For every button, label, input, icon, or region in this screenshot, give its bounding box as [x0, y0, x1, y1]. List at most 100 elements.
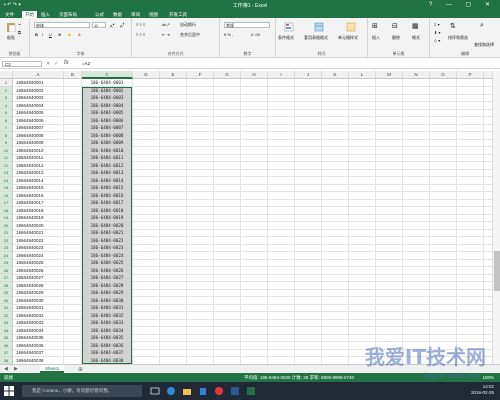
currency-icon[interactable]: ¥ % ,: [224, 32, 233, 37]
cell-a[interactable]: 18664840027: [16, 274, 44, 282]
wrap-text-button[interactable]: 自动换行: [180, 22, 196, 28]
cell-c[interactable]: 186-6484-0012: [82, 162, 132, 170]
cell-a[interactable]: 18664840029: [16, 289, 44, 297]
window-controls[interactable]: ? — ▢ ✕: [429, 1, 496, 8]
cell-c[interactable]: 186-6484-0006: [82, 117, 132, 125]
cell-a[interactable]: 18664840035: [16, 334, 44, 342]
cell-c[interactable]: 186-6484-0018: [82, 207, 132, 215]
column-header-d[interactable]: D: [133, 71, 160, 79]
row-header[interactable]: 32: [0, 311, 13, 319]
cortana-search-input[interactable]: 我是 Cortana，小娜。有问题尽管问我。: [22, 385, 142, 397]
cell-c[interactable]: 186-6484-0038: [82, 357, 132, 365]
column-header-i[interactable]: I: [268, 71, 295, 79]
ribbon-tab-5[interactable]: 数据: [110, 11, 125, 18]
grow-font-icon[interactable]: A▴: [110, 22, 114, 28]
find-select-button[interactable]: 查找和选择: [474, 42, 494, 48]
cell-a[interactable]: 18664840033: [16, 319, 44, 327]
ribbon-tab-2[interactable]: 插入: [38, 11, 53, 18]
cell-a[interactable]: 18664840011: [16, 154, 43, 162]
row-header[interactable]: 23: [0, 244, 13, 252]
cell-a[interactable]: 18664840014: [16, 177, 44, 185]
row-header[interactable]: 4: [0, 101, 13, 109]
cell-c[interactable]: 186-6484-0008: [82, 132, 132, 140]
cell-a[interactable]: 18664840010: [16, 147, 44, 155]
column-header-k[interactable]: K: [322, 71, 349, 79]
column-header-a[interactable]: A: [13, 71, 64, 79]
copy-icon[interactable]: ⧉: [18, 30, 21, 35]
ribbon-tab-1[interactable]: 开始: [22, 11, 37, 18]
cell-c[interactable]: 186-6484-0010: [82, 147, 132, 155]
column-header-c[interactable]: C: [82, 71, 133, 79]
row-header[interactable]: 38: [0, 356, 13, 364]
cell-c[interactable]: 186-6484-0004: [82, 102, 132, 110]
ribbon-tab-8[interactable]: 开发工具: [166, 11, 190, 18]
row-header[interactable]: 33: [0, 319, 13, 327]
vertical-scroll-thumb[interactable]: [494, 251, 500, 291]
cell-a[interactable]: 18664840019: [16, 214, 44, 222]
column-header-n[interactable]: N: [403, 71, 430, 79]
cell-styles-button[interactable]: 单元格样式: [338, 35, 358, 41]
shrink-font-icon[interactable]: A▾: [120, 22, 124, 28]
cell-styles-icon[interactable]: [346, 22, 356, 32]
row-header[interactable]: 15: [0, 184, 13, 192]
format-cells-button[interactable]: 格式: [412, 35, 420, 41]
cancel-icon[interactable]: ✕: [46, 61, 50, 67]
sheet-tab-sheet1[interactable]: Sheet1: [40, 365, 65, 373]
column-header-l[interactable]: L: [349, 71, 376, 79]
formula-input[interactable]: =A2: [82, 61, 90, 66]
cell-a[interactable]: 18664840036: [16, 342, 44, 350]
cell-a[interactable]: 18664840003: [16, 94, 44, 102]
row-header[interactable]: 29: [0, 289, 13, 297]
row-header[interactable]: 31: [0, 304, 13, 312]
insert-function-icon[interactable]: fx: [64, 60, 69, 66]
excel-icon[interactable]: [246, 386, 256, 396]
ribbon-tab-6[interactable]: 审阅: [128, 11, 143, 18]
row-header[interactable]: 37: [0, 349, 13, 357]
ribbon-tab-0[interactable]: 文件: [2, 11, 17, 18]
underline-button[interactable]: U: [49, 32, 52, 37]
row-header[interactable]: 16: [0, 191, 13, 199]
cell-c[interactable]: 186-6484-0031: [82, 304, 132, 312]
cell-a[interactable]: 18664840031: [16, 304, 44, 312]
sheet-nav-prev-icon[interactable]: ◀: [4, 366, 8, 372]
fill-icon[interactable]: ⬇ ▾: [434, 30, 440, 35]
row-header[interactable]: 14: [0, 176, 13, 184]
bold-button[interactable]: B: [35, 32, 38, 37]
cell-c[interactable]: 186-6484-0029: [82, 289, 132, 297]
cell-c[interactable]: 186-6484-0001: [82, 79, 132, 87]
column-header-o[interactable]: O: [430, 71, 457, 79]
cell-c[interactable]: 186-6484-0024: [82, 252, 132, 260]
row-header[interactable]: 1: [0, 79, 13, 87]
fill-color-icon[interactable]: ◆: [68, 32, 71, 37]
ribbon-tab-7[interactable]: 视图: [146, 11, 161, 18]
column-header-p[interactable]: P: [457, 71, 484, 79]
cell-c[interactable]: 186-6484-0013: [82, 169, 132, 177]
row-header[interactable]: 7: [0, 124, 13, 132]
cell-a[interactable]: 18664840026: [16, 267, 44, 275]
row-header[interactable]: 27: [0, 274, 13, 282]
cell-c[interactable]: 186-6484-0017: [82, 199, 132, 207]
column-header-j[interactable]: J: [295, 71, 322, 79]
cell-c[interactable]: 186-6484-0007: [82, 124, 132, 132]
edge-browser-icon[interactable]: [166, 386, 176, 396]
cell-a[interactable]: 18664840032: [16, 312, 44, 320]
cell-c[interactable]: 186-6484-0028: [82, 282, 132, 290]
row-header[interactable]: 25: [0, 259, 13, 267]
row-header[interactable]: 22: [0, 236, 13, 244]
row-header[interactable]: 21: [0, 229, 13, 237]
clear-icon[interactable]: ◇ ▾: [434, 38, 440, 43]
cell-c[interactable]: 186-6484-0026: [82, 267, 132, 275]
align-top-icon[interactable]: ≡ ≡ ≡: [136, 22, 145, 27]
cell-a[interactable]: 18664840020: [16, 222, 44, 230]
confirm-icon[interactable]: ✓: [54, 61, 58, 67]
border-icon[interactable]: ⊞: [58, 32, 61, 37]
cell-c[interactable]: 186-6484-0015: [82, 184, 132, 192]
windows-start-icon[interactable]: [4, 386, 14, 396]
cell-a[interactable]: 18664840001: [16, 79, 44, 87]
indent-icon[interactable]: ⇤ ⇥: [162, 32, 170, 37]
row-header[interactable]: 35: [0, 334, 13, 342]
cell-a[interactable]: 18664840038: [16, 357, 44, 365]
cell-a[interactable]: 18664840018: [16, 207, 44, 215]
row-header[interactable]: 13: [0, 169, 13, 177]
column-header-b[interactable]: B: [64, 71, 82, 79]
